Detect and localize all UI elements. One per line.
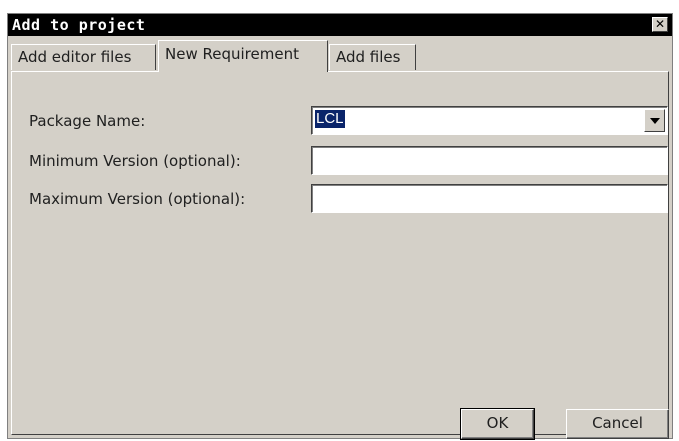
- tab-new-requirement[interactable]: New Requirement: [158, 40, 328, 72]
- package-name-label: Package Name:: [29, 112, 146, 130]
- tab-label: Add editor files: [18, 48, 132, 66]
- tab-add-files[interactable]: Add files: [329, 44, 416, 70]
- cancel-button-label: Cancel: [592, 414, 643, 432]
- chevron-down-icon: [650, 118, 660, 124]
- cancel-button[interactable]: Cancel: [566, 409, 669, 439]
- window-title: Add to project: [12, 16, 146, 34]
- tab-label: Add files: [336, 48, 401, 66]
- title-bar[interactable]: Add to project ✕: [8, 14, 672, 36]
- add-to-project-dialog: Add to project ✕ Package Name: LCL Minim…: [7, 13, 673, 440]
- min-version-field[interactable]: [311, 146, 668, 175]
- tab-panel-new-requirement: Package Name: LCL Minimum Version (optio…: [11, 71, 669, 440]
- ok-button-label: OK: [486, 414, 509, 432]
- tab-strip: Add editor files New Requirement Add fil…: [11, 38, 669, 72]
- package-name-value: LCL: [315, 110, 345, 128]
- close-icon: ✕: [654, 17, 666, 31]
- max-version-field[interactable]: [311, 184, 668, 213]
- tab-add-editor-files[interactable]: Add editor files: [11, 44, 156, 70]
- package-name-select[interactable]: LCL: [311, 106, 668, 135]
- max-version-input[interactable]: [312, 185, 667, 212]
- max-version-label: Maximum Version (optional):: [29, 190, 246, 208]
- ok-button[interactable]: OK: [460, 408, 535, 440]
- min-version-input[interactable]: [312, 147, 667, 174]
- tab-label: New Requirement: [165, 45, 299, 63]
- package-name-dropdown-button[interactable]: [644, 109, 665, 132]
- close-button[interactable]: ✕: [652, 17, 668, 32]
- min-version-label: Minimum Version (optional):: [29, 152, 241, 170]
